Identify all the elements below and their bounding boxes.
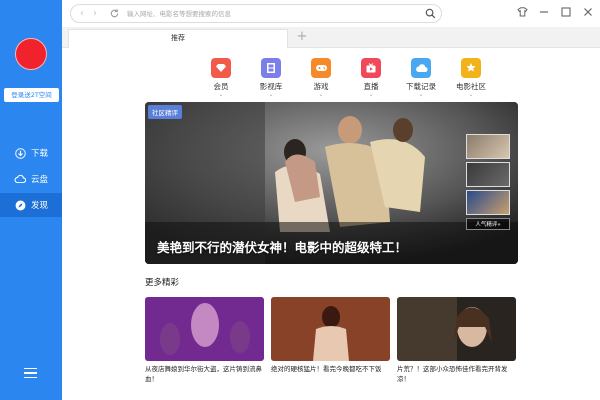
card-list: 从夜店舞娘到华尔街大盗，这片铸到流鼻血！ 绝对的硬核猛片！看完今晚都吃不下饭 片… [145,297,516,385]
diamond-icon [211,58,231,78]
chevron-down-icon: ⌄ [468,91,474,98]
card-image [145,297,264,361]
category-nav: 会员 ⌄ 影视库 ⌄ 游戏 ⌄ 直播 ⌄ 下载记录 ⌄ 电影社区 ⌄ [196,58,496,98]
refresh-icon[interactable] [109,8,120,19]
maximize-icon[interactable] [560,6,572,18]
top-bar: ‹ › [62,0,600,27]
sidebar-item-label: 发现 [31,201,49,211]
category-download-history[interactable]: 下载记录 ⌄ [396,58,446,98]
sidebar-item-cloud[interactable]: 云盘 [0,167,62,191]
category-film-community[interactable]: 电影社区 ⌄ [446,58,496,98]
avatar[interactable] [15,38,47,70]
hero-tag: 社区精评 [148,105,182,119]
add-tab-icon[interactable]: + [295,29,309,45]
hero-title[interactable]: 美艳到不行的潜伏女神！电影中的超级特工！ [157,237,407,256]
tab-bar: 推荐 + [62,27,600,48]
live-tv-icon [361,58,381,78]
search-icon[interactable] [425,8,436,19]
sidebar-item-discover[interactable]: 发现 [0,193,62,217]
gamepad-icon [311,58,331,78]
chevron-down-icon: ⌄ [218,91,224,98]
forward-icon[interactable]: › [93,8,97,20]
card-caption: 从夜店舞娘到华尔街大盗，这片铸到流鼻血！ [145,365,262,383]
list-item[interactable]: 片荒？！这部小众恐怖佳作看完开背发凉！ [397,297,516,385]
login-button[interactable]: 登录送2T空间 [4,88,59,102]
compass-icon [14,199,26,211]
hero-thumbnail[interactable] [466,190,510,215]
hero-thumbnails: 人气精评» [466,134,510,230]
card-caption: 片荒？！这部小众恐怖佳作看完开背发凉！ [397,365,508,383]
chevron-down-icon: ⌄ [318,91,324,98]
cloud-download-icon [411,58,431,78]
sidebar: 登录送2T空间 下载 云盘 发现 [0,0,62,400]
hero-thumbnail[interactable] [466,134,510,159]
sidebar-item-label: 下载 [31,149,49,159]
category-live[interactable]: 直播 ⌄ [346,58,396,98]
menu-icon[interactable] [24,368,37,379]
hero-banner[interactable]: 社区精评 美艳到不行的潜伏女神！电影中的超级特工！ 人气精评» [145,102,518,264]
back-icon[interactable]: ‹ [80,8,84,20]
cloud-icon [14,173,26,185]
chevron-down-icon: ⌄ [418,91,424,98]
close-icon[interactable] [582,6,594,18]
minimize-icon[interactable] [538,6,550,18]
hot-reviews-button[interactable]: 人气精评» [466,218,510,230]
list-item[interactable]: 绝对的硬核猛片！看完今晚都吃不下饭 [271,297,390,385]
sidebar-item-download[interactable]: 下载 [0,141,62,165]
sidebar-item-label: 云盘 [31,175,49,185]
card-image [397,297,516,361]
address-bar: ‹ › [70,4,442,23]
tab-recommend[interactable]: 推荐 [68,29,288,48]
category-games[interactable]: 游戏 ⌄ [296,58,346,98]
card-caption: 绝对的硬核猛片！看完今晚都吃不下饭 [271,365,382,373]
chevron-down-icon: ⌄ [368,91,374,98]
section-title: 更多精彩 [145,278,180,288]
skin-icon[interactable] [516,6,528,18]
list-item[interactable]: 从夜店舞娘到华尔街大盗，这片铸到流鼻血！ [145,297,264,385]
window-controls [516,6,594,18]
category-film-library[interactable]: 影视库 ⌄ [246,58,296,98]
hero-thumbnail[interactable] [466,162,510,187]
community-icon [461,58,481,78]
card-image [271,297,390,361]
category-member[interactable]: 会员 ⌄ [196,58,246,98]
chevron-down-icon: ⌄ [268,91,274,98]
search-input[interactable] [127,7,407,20]
download-icon [14,147,26,159]
film-icon [261,58,281,78]
